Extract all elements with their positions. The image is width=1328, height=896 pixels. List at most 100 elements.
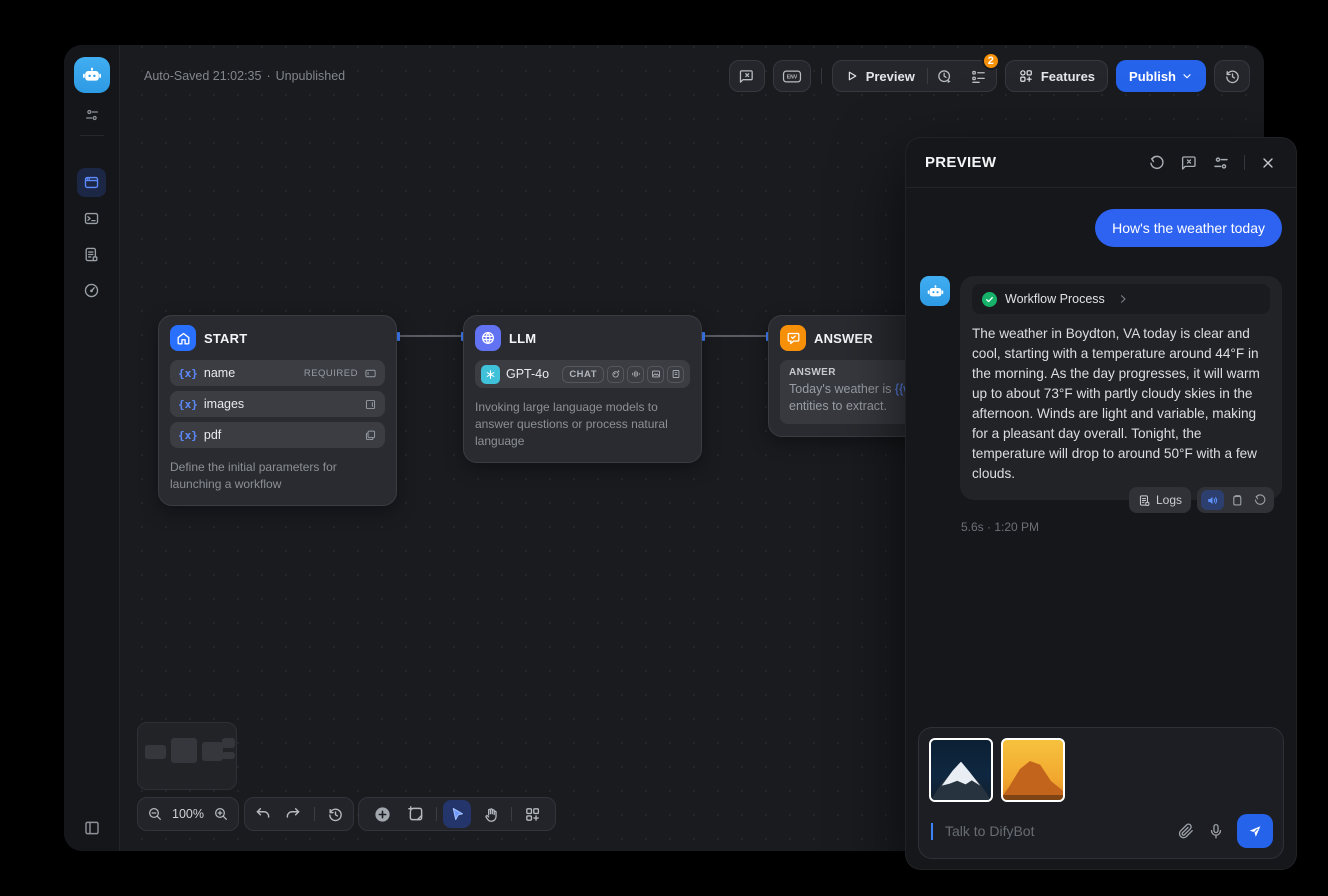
autosave-text: Auto-Saved 21:02:35 <box>144 69 261 83</box>
workflow-process-toggle[interactable]: Workflow Process <box>972 284 1270 314</box>
chat-input[interactable] <box>945 823 1165 839</box>
preview-button[interactable]: Preview <box>833 69 927 84</box>
hand-mode-button[interactable] <box>477 800 505 828</box>
attachment-thumbnail-sunset[interactable] <box>1001 738 1065 802</box>
attachment-thumbnail-mountain[interactable] <box>929 738 993 802</box>
svg-text:ENV: ENV <box>786 74 797 80</box>
sidebar-item-orchestrate[interactable] <box>77 168 106 197</box>
workflow-process-label: Workflow Process <box>1005 292 1105 306</box>
top-bar: Auto-Saved 21:02:35 · Unpublished ENV <box>120 45 1264 107</box>
env-button[interactable]: ENV <box>773 60 811 92</box>
header-divider <box>1244 155 1245 170</box>
answer-icon <box>780 325 806 351</box>
node-llm-title: LLM <box>509 331 536 346</box>
clear-debug-button[interactable] <box>729 60 765 92</box>
home-icon <box>170 325 196 351</box>
llm-icon <box>475 325 501 351</box>
edge-start-llm <box>398 335 463 337</box>
variable-token: {x} <box>178 429 198 442</box>
voice-input-button[interactable] <box>1207 822 1225 840</box>
sidebar-item-logs[interactable] <box>77 240 106 269</box>
node-llm[interactable]: LLM GPT-4o CHAT <box>463 315 702 463</box>
redo-button[interactable] <box>284 805 302 823</box>
window-icon <box>83 174 100 191</box>
bot-avatar <box>920 276 950 306</box>
sidebar-item-terminal[interactable] <box>77 204 106 233</box>
env-icon: ENV <box>782 68 802 85</box>
preview-settings-icon[interactable] <box>1207 149 1235 177</box>
publish-button[interactable]: Publish <box>1116 60 1206 92</box>
zoom-controls: 100% <box>137 797 239 831</box>
bot-message-text: The weather in Boydton, VA today is clea… <box>972 324 1270 484</box>
chat-clear-icon <box>738 68 755 85</box>
file-field-icon <box>364 429 377 442</box>
tool-controls <box>358 797 556 831</box>
checklist-button[interactable]: 2 <box>962 61 996 91</box>
variable-token: {x} <box>178 398 198 411</box>
zoom-out-button[interactable] <box>147 806 163 822</box>
chevron-right-icon <box>1117 293 1129 305</box>
bot-message-card: Workflow Process The weather in Boydton,… <box>960 276 1282 500</box>
logs-document-icon <box>83 246 100 263</box>
history-controls <box>244 797 354 831</box>
document-capability-icon <box>667 366 684 383</box>
regenerate-button[interactable] <box>1250 490 1270 510</box>
field-name: images <box>204 397 244 411</box>
attach-file-button[interactable] <box>1177 822 1195 840</box>
new-chat-icon[interactable] <box>1175 149 1203 177</box>
organize-nodes-button[interactable] <box>518 800 546 828</box>
zoom-level[interactable]: 100% <box>172 807 204 821</box>
field-name: pdf <box>204 428 221 442</box>
speaker-button[interactable] <box>1201 490 1224 510</box>
model-capabilities: CHAT <box>562 366 684 383</box>
node-start[interactable]: START {x} name REQUIRED {x} images <box>158 315 397 506</box>
openai-icon <box>481 365 500 384</box>
model-row[interactable]: GPT-4o CHAT <box>475 360 690 388</box>
restart-conversation-button[interactable] <box>1143 149 1171 177</box>
history-icon <box>1224 68 1241 85</box>
controls-divider <box>436 807 437 821</box>
success-check-icon <box>982 292 997 307</box>
preview-label: Preview <box>866 69 915 84</box>
undo-button[interactable] <box>254 805 272 823</box>
change-history-button[interactable] <box>327 806 344 823</box>
controls-divider <box>314 807 315 821</box>
minimap[interactable] <box>137 722 237 790</box>
preview-panel: PREVIEW How's the weather today <box>905 137 1297 870</box>
logs-button[interactable]: Logs <box>1129 487 1191 513</box>
terminal-icon <box>83 210 100 227</box>
edge-llm-answer <box>703 335 768 337</box>
text-input-icon <box>364 367 377 380</box>
vision-capability-icon <box>607 366 624 383</box>
preview-group: Preview 2 <box>832 60 997 92</box>
top-actions: ENV Preview <box>729 60 1250 92</box>
version-history-button[interactable] <box>1214 60 1250 92</box>
zoom-in-button[interactable] <box>213 806 229 822</box>
copy-button[interactable] <box>1227 490 1247 510</box>
field-row-images[interactable]: {x} images <box>170 391 385 417</box>
required-tag: REQUIRED <box>304 368 358 379</box>
sidebar-item-monitoring[interactable] <box>77 276 106 305</box>
node-llm-header: LLM <box>475 325 690 351</box>
run-history-button[interactable] <box>928 61 962 91</box>
publish-status: Unpublished <box>276 69 346 83</box>
close-preview-button[interactable] <box>1254 149 1282 177</box>
screen: Auto-Saved 21:02:35 · Unpublished ENV <box>0 0 1328 896</box>
collapse-sidebar-icon[interactable] <box>83 819 101 837</box>
preview-header: PREVIEW <box>906 138 1296 188</box>
publish-label: Publish <box>1129 69 1176 84</box>
field-row-pdf[interactable]: {x} pdf <box>170 422 385 448</box>
sidebar <box>64 45 120 851</box>
field-row-name[interactable]: {x} name REQUIRED <box>170 360 385 386</box>
text-caret <box>931 823 933 840</box>
message-meta: 5.6s · 1:20 PM <box>961 520 1282 534</box>
autosave-status: Auto-Saved 21:02:35 · Unpublished <box>144 69 345 83</box>
pointer-mode-button[interactable] <box>443 800 471 828</box>
features-button[interactable]: Features <box>1005 60 1108 92</box>
send-button[interactable] <box>1237 814 1273 848</box>
add-node-button[interactable] <box>368 800 396 828</box>
workflow-settings-icon[interactable] <box>84 107 100 123</box>
node-answer-title: ANSWER <box>814 331 873 346</box>
add-note-button[interactable] <box>402 800 430 828</box>
app-logo[interactable] <box>74 57 110 93</box>
